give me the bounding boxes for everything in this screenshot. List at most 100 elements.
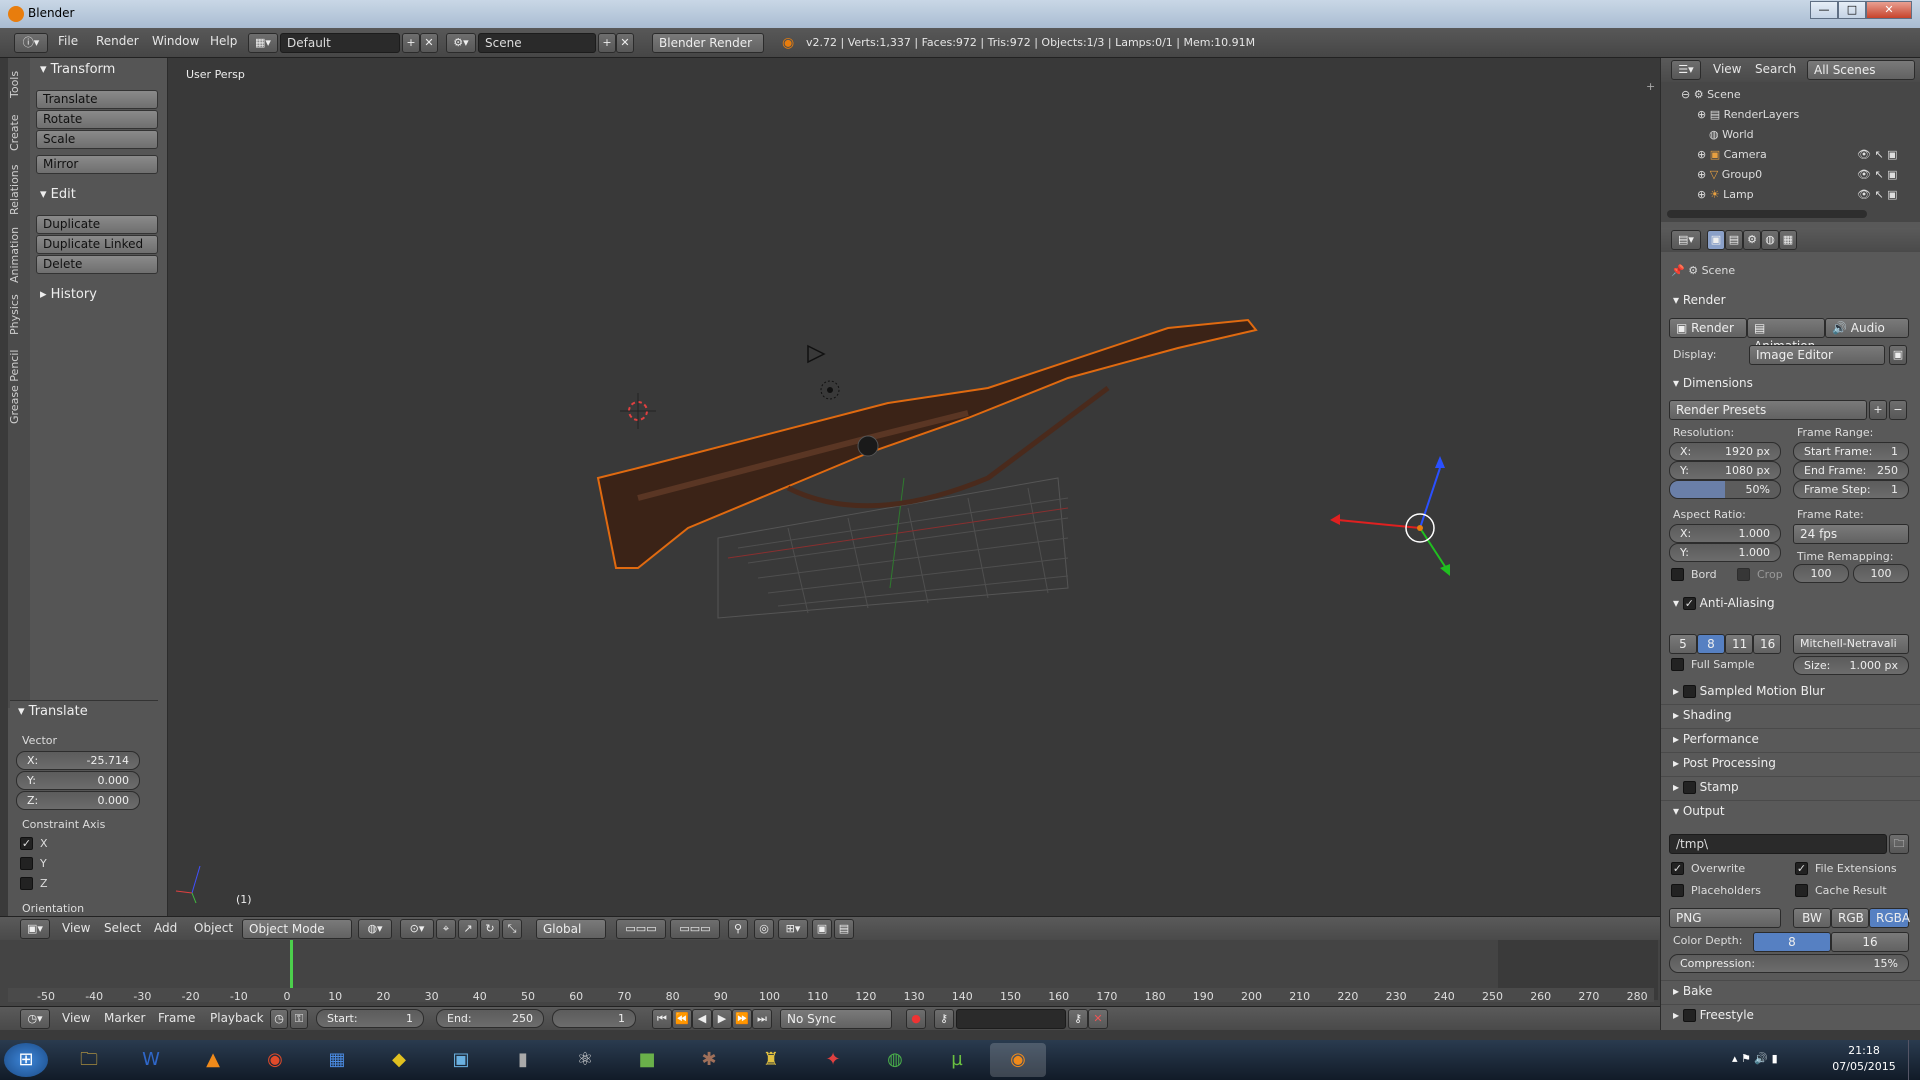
tab-create[interactable]: Create [8,108,30,158]
visibility-eye-icon[interactable]: 👁 ↖ ▣ [1857,168,1898,181]
aa-filter-select[interactable]: Mitchell-Netravali [1793,634,1909,654]
jump-start-icon[interactable]: ⏮ [652,1009,672,1029]
depth-16-button[interactable]: 16 [1831,932,1909,952]
constraint-z-checkbox[interactable] [20,877,33,890]
start-frame-field[interactable]: Start Frame: 1 [1793,442,1909,461]
scene-tab-icon[interactable]: ⚙ [1743,230,1761,250]
explorer-icon[interactable]: 🗀 [66,1043,112,1077]
layers-icon[interactable]: ▭▭▭ [616,919,666,939]
resolution-y-field[interactable]: Y: 1080 px [1669,461,1781,480]
resolution-x-field[interactable]: X: 1920 px [1669,442,1781,461]
proportional-icon[interactable]: ◎ [754,919,774,939]
lock-range-icon[interactable]: ⚿ [290,1009,308,1029]
file-format-select[interactable]: PNG [1669,908,1781,928]
frame-step-field[interactable]: Frame Step: 1 [1793,480,1909,499]
editor-type-properties-icon[interactable]: ▤▾ [1671,230,1701,250]
menu-window[interactable]: Window [152,34,199,48]
3d-viewport[interactable]: User Persp (1) + [168,58,1660,916]
cache-result-checkbox[interactable] [1795,884,1808,897]
stamp-panel-header[interactable]: ▸ Stamp [1673,780,1739,794]
color-bw-button[interactable]: BW [1793,908,1831,928]
placeholders-checkbox[interactable] [1671,884,1684,897]
app-icon-8[interactable]: ✦ [810,1043,856,1077]
menu-add[interactable]: Add [154,921,177,935]
history-panel-header[interactable]: ▸ History [40,287,97,302]
editor-type-outliner-icon[interactable]: ☰▾ [1671,60,1701,80]
jump-key-back-icon[interactable]: ⏪ [672,1009,692,1029]
layout-grid-icon[interactable]: ▦▾ [248,33,278,53]
app-icon-6[interactable]: ✱ [686,1043,732,1077]
color-rgba-button[interactable]: RGBA [1869,908,1910,928]
display-select[interactable]: Image Editor [1749,345,1885,365]
menu-view[interactable]: View [62,921,90,935]
show-desktop-button[interactable] [1908,1040,1920,1080]
duplicate-button[interactable]: Duplicate [36,215,158,234]
play-reverse-icon[interactable]: ◀ [692,1009,712,1029]
rotate-button[interactable]: Rotate [36,110,158,129]
maximize-button[interactable]: □ [1838,1,1866,19]
dimensions-panel-header[interactable]: ▾ Dimensions [1673,376,1753,390]
manipulator-icon[interactable]: ⌖ [436,919,456,939]
vector-x-field[interactable]: X: -25.714 [16,751,140,770]
timeline-menu-playback[interactable]: Playback [210,1011,264,1025]
tab-relations[interactable]: Relations [8,160,30,220]
menu-render[interactable]: Render [96,34,139,48]
duplicate-linked-button[interactable]: Duplicate Linked [36,235,158,254]
orientation-select[interactable]: Global [536,919,606,939]
aspect-y-field[interactable]: Y: 1.000 [1669,543,1781,562]
viewport-plus-icon[interactable]: + [1646,80,1655,93]
outliner-item-lamp[interactable]: ⊕ ☀ Lamp [1697,188,1754,201]
menu-select[interactable]: Select [104,921,141,935]
layers2-icon[interactable]: ▭▭▭ [670,919,720,939]
remove-preset-icon[interactable]: − [1889,400,1907,420]
visibility-eye-icon[interactable]: 👁 ↖ ▣ [1857,148,1898,161]
layout-field[interactable]: Default [280,33,400,53]
mode-select[interactable]: Object Mode [242,919,352,939]
app-icon-4[interactable]: ▮ [500,1043,546,1077]
app-icon-9[interactable]: ◍ [872,1043,918,1077]
app-icon-3[interactable]: ▣ [438,1043,484,1077]
vlc-icon[interactable]: ▲ [190,1043,236,1077]
add-preset-icon[interactable]: + [1869,400,1887,420]
menu-file[interactable]: File [58,34,78,48]
audio-button[interactable]: 🔊 Audio [1825,318,1909,338]
aa-samples-11[interactable]: 11 [1725,634,1753,654]
outliner-item-world[interactable]: ◍ World [1709,128,1754,141]
lock-camera-icon[interactable]: ⚲ [728,919,748,939]
render-layers-tab-icon[interactable]: ▤ [1725,230,1743,250]
aa-samples-16[interactable]: 16 [1753,634,1781,654]
render-icon[interactable]: ▣ [812,919,832,939]
render-engine-select[interactable]: Blender Render [652,33,764,53]
timeline-menu-marker[interactable]: Marker [104,1011,145,1025]
word-icon[interactable]: W [128,1043,174,1077]
play-icon[interactable]: ▶ [712,1009,732,1029]
scale-button[interactable]: Scale [36,130,158,149]
keying-set-field[interactable] [956,1009,1066,1029]
add-layout-icon[interactable]: + [402,33,420,53]
delete-key-icon[interactable]: ✕ [1088,1009,1108,1029]
rotate-manip-icon[interactable]: ↻ [480,919,500,939]
timeline-menu-frame[interactable]: Frame [158,1011,195,1025]
outliner-item-scene[interactable]: ⊖ ⚙ Scene [1681,88,1741,101]
remap-old-field[interactable]: 100 [1793,564,1849,583]
utorrent-icon[interactable]: µ [934,1043,980,1077]
aa-checkbox[interactable]: ✓ [1682,597,1696,610]
freestyle-panel-header[interactable]: ▸ Freestyle [1673,1008,1754,1022]
outliner-item-camera[interactable]: ⊕ ▣ Camera [1697,148,1767,161]
color-rgb-button[interactable]: RGB [1831,908,1869,928]
constraint-x-checkbox[interactable]: ✓ [20,837,33,850]
operator-panel-header[interactable]: ▾ Translate [18,704,88,719]
scale-manip-icon[interactable]: ⤡ [502,919,522,939]
world-tab-icon[interactable]: ◍ [1761,230,1779,250]
overwrite-checkbox[interactable]: ✓ [1671,862,1684,875]
chrome-icon[interactable]: ◉ [252,1043,298,1077]
constraint-y-checkbox[interactable] [20,857,33,870]
texture-tab-icon[interactable]: ▦ [1779,230,1797,250]
outliner-menu-search[interactable]: Search [1755,62,1796,76]
minecraft-icon[interactable]: ■ [624,1043,670,1077]
file-extensions-checkbox[interactable]: ✓ [1795,862,1808,875]
outliner-item-group0[interactable]: ⊕ ▽ Group0 [1697,168,1762,181]
close-button[interactable]: ✕ [1866,1,1912,19]
visibility-eye-icon[interactable]: 👁 ↖ ▣ [1857,188,1898,201]
freestyle-checkbox[interactable] [1682,1009,1696,1022]
